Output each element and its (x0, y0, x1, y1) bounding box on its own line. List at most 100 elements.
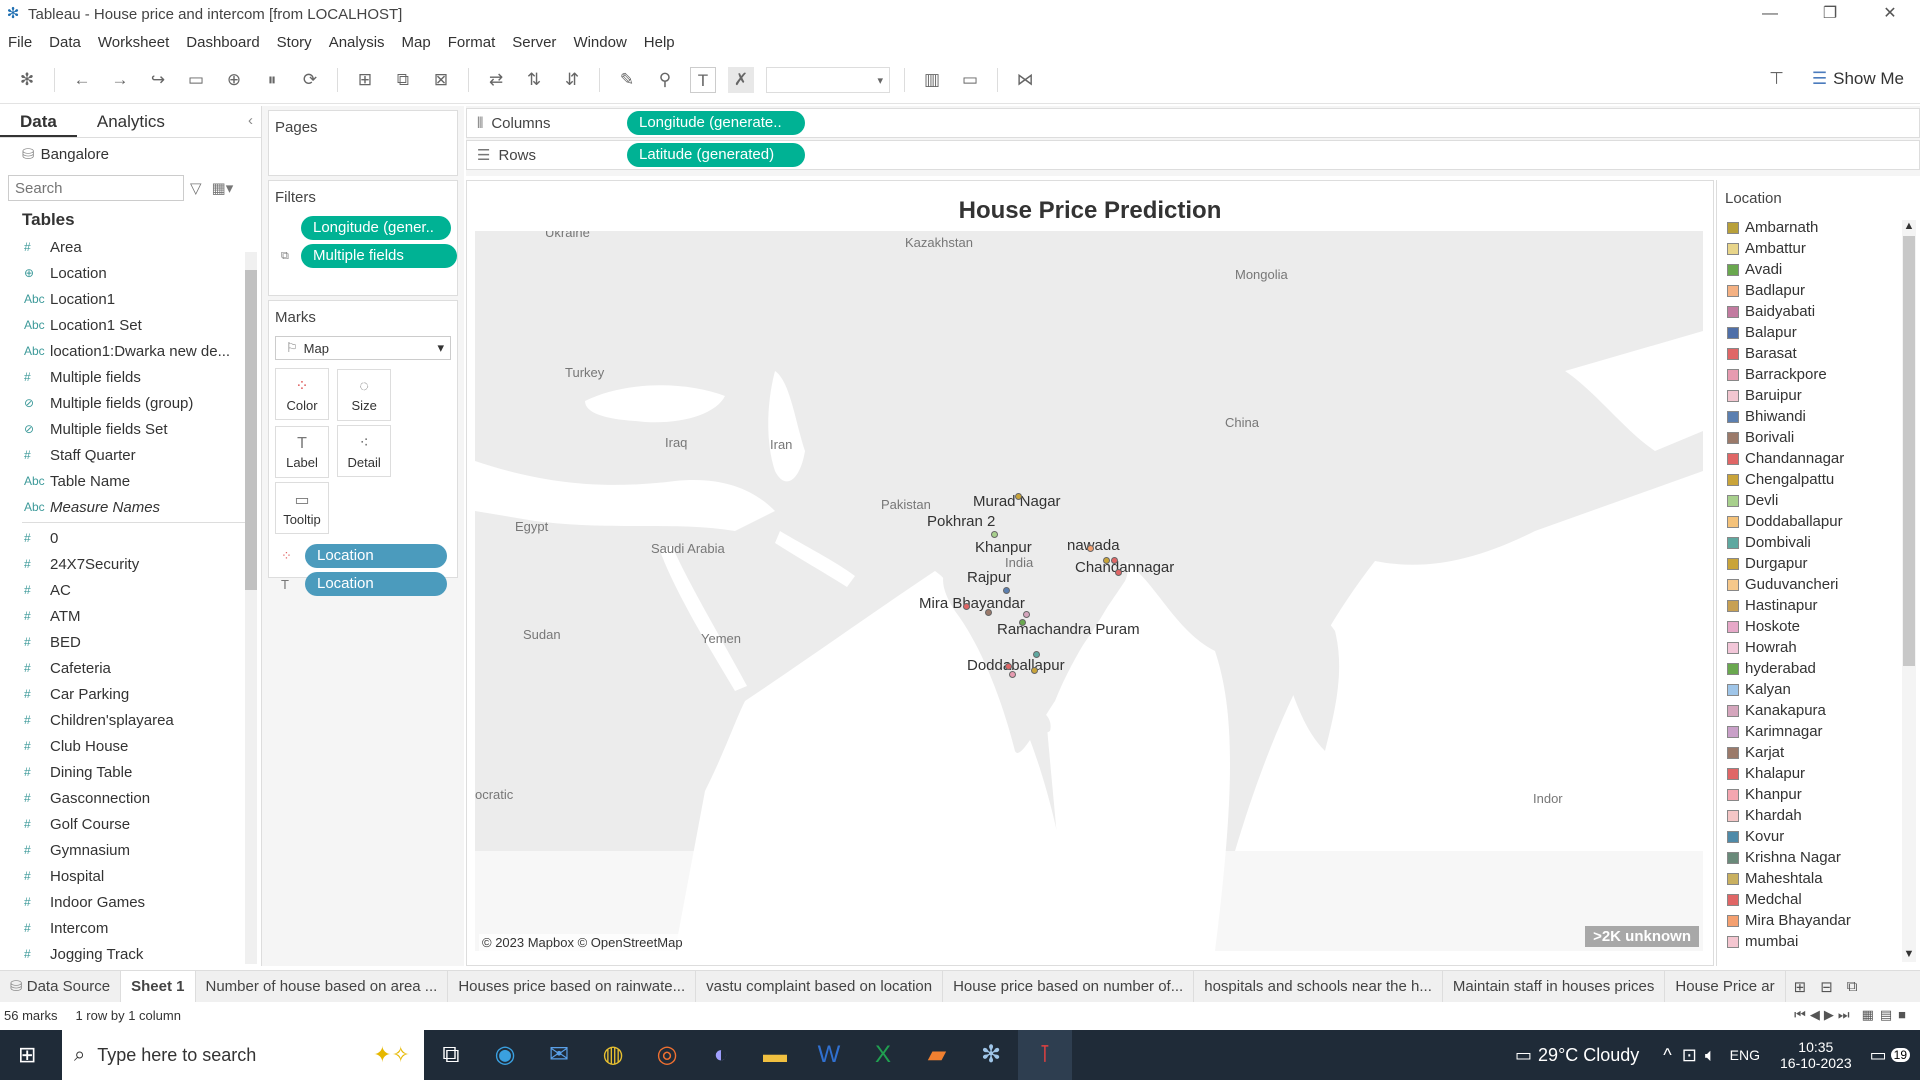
measure-item[interactable]: # Gymnasium (0, 837, 261, 863)
legend-item[interactable]: Chandannagar (1717, 448, 1898, 469)
measure-item[interactable]: # Golf Course (0, 811, 261, 837)
map-mark[interactable] (1015, 493, 1022, 500)
notification-icon[interactable]: ▭ (1870, 1045, 1887, 1066)
tab-analytics[interactable]: Analytics (77, 106, 185, 137)
map-mark[interactable] (991, 531, 998, 538)
chevron-up-icon[interactable]: ^ (1663, 1045, 1671, 1066)
map-mark[interactable] (1115, 569, 1122, 576)
edge-icon[interactable]: ◉ (478, 1030, 532, 1080)
legend-item[interactable]: Bhiwandi (1717, 406, 1898, 427)
firefox-icon[interactable]: ◎ (640, 1030, 694, 1080)
menu-server[interactable]: Server (512, 34, 556, 51)
presentation-mode-icon[interactable]: ▭ (957, 67, 983, 93)
measure-item[interactable]: # ATM (0, 603, 261, 629)
duplicate-icon[interactable]: ⧉ (390, 67, 416, 93)
menu-worksheet[interactable]: Worksheet (98, 34, 169, 51)
measure-item[interactable]: # AC (0, 577, 261, 603)
volume-icon[interactable]: 🔈︎ (1705, 1045, 1716, 1066)
clock[interactable]: 10:35 16-10-2023 (1780, 1039, 1852, 1071)
minimize-button[interactable]: — (1740, 0, 1800, 28)
field-search-input[interactable] (8, 175, 184, 201)
menu-map[interactable]: Map (402, 34, 431, 51)
group-icon[interactable]: ⚲ (652, 67, 678, 93)
legend-item[interactable]: Avadi (1717, 259, 1898, 280)
measure-item[interactable]: # Club House (0, 733, 261, 759)
field-item[interactable]: Abc Table Name (0, 468, 261, 494)
map-mark[interactable] (963, 603, 970, 610)
mark-type-dropdown[interactable]: ⚐ Map ▾ (275, 336, 451, 360)
map-mark[interactable] (1087, 545, 1094, 552)
field-item[interactable]: ⊕ Location (0, 260, 261, 286)
size-button[interactable]: ◌ Size (337, 369, 392, 421)
map-mark[interactable] (1023, 611, 1030, 618)
word-icon[interactable]: W (802, 1030, 856, 1080)
pages-card[interactable]: Pages (268, 110, 458, 176)
new-story-tab-icon[interactable]: ⧉ (1847, 978, 1858, 995)
detail-button[interactable]: ⁖ Detail (337, 425, 392, 477)
tab-sheet[interactable]: hospitals and schools near the h... (1194, 970, 1443, 1003)
legend-item[interactable]: Baidyabati (1717, 301, 1898, 322)
fix-axes-icon[interactable]: ✗ (728, 66, 754, 93)
scrollbar-thumb[interactable] (245, 270, 257, 590)
tab-sheet[interactable]: vastu complaint based on location (696, 970, 944, 1003)
tab-sheet[interactable]: Houses price based on rainwate... (448, 970, 697, 1003)
new-datasource-icon[interactable]: ⊕ (221, 67, 247, 93)
taskbar-search[interactable]: ⌕ Type here to search ✦✧ (62, 1030, 424, 1080)
measure-item[interactable]: #0 (0, 525, 261, 551)
field-item[interactable]: ⊘ Multiple fields Set (0, 416, 261, 442)
legend-item[interactable]: mumbai (1717, 931, 1898, 952)
legend-item[interactable]: Ambattur (1717, 238, 1898, 259)
legend-item[interactable]: Khanpur (1717, 784, 1898, 805)
tab-sheet[interactable]: Number of house based on area ... (196, 970, 449, 1003)
legend-item[interactable]: Barrackpore (1717, 364, 1898, 385)
legend-item[interactable]: Kalyan (1717, 679, 1898, 700)
legend-item[interactable]: Khardah (1717, 805, 1898, 826)
menu-help[interactable]: Help (644, 34, 675, 51)
columns-shelf[interactable]: ⫴ Columns Longitude (generate.. (466, 108, 1920, 138)
datasource-row[interactable]: ⛁ Bangalore (0, 138, 261, 170)
map-attribution[interactable]: © 2023 Mapbox © OpenStreetMap (479, 934, 686, 951)
map-mark[interactable] (985, 609, 992, 616)
field-item[interactable]: Abc location1:Dwarka new de... (0, 338, 261, 364)
legend-item[interactable]: Hastinapur (1717, 595, 1898, 616)
legend-item[interactable]: Karjat (1717, 742, 1898, 763)
network-icon[interactable]: ⊡ (1682, 1045, 1697, 1066)
restore-button[interactable]: ❐ (1800, 0, 1860, 28)
tab-sheet[interactable]: House price based on number of... (943, 970, 1195, 1003)
tab-sheet[interactable]: Maintain staff in houses prices (1443, 970, 1666, 1003)
clear-sheet-icon[interactable]: ⊠ (428, 67, 454, 93)
refresh-icon[interactable]: ⟳ (297, 67, 323, 93)
tableau-logo-icon[interactable]: ✻ (14, 67, 40, 93)
columns-pill-longitude[interactable]: Longitude (generate.. (627, 111, 805, 135)
undo-icon[interactable]: ← (69, 67, 95, 93)
legend-scrollbar-thumb[interactable] (1903, 236, 1915, 666)
filters-card[interactable]: Filters Longitude (gener.. ⧉ Multiple fi… (268, 180, 458, 296)
legend-item[interactable]: Kovur (1717, 826, 1898, 847)
legend-item[interactable]: Chengalpattu (1717, 469, 1898, 490)
weather-icon[interactable]: ▭ (1515, 1045, 1532, 1066)
field-item[interactable]: # Multiple fields (0, 364, 261, 390)
new-dashboard-tab-icon[interactable]: ⊟ (1820, 978, 1833, 996)
map-mark[interactable] (1111, 557, 1118, 564)
legend-item[interactable]: Medchal (1717, 889, 1898, 910)
tab-data-source[interactable]: ⛁ Data Source (0, 970, 122, 1003)
unknown-indicator[interactable]: >2K unknown (1585, 926, 1699, 947)
scroll-up-icon[interactable]: ▲ (1902, 220, 1916, 234)
menu-file[interactable]: File (8, 34, 32, 51)
marks-pill-location-label[interactable]: Location (305, 572, 447, 596)
show-me-button[interactable]: ⊤ ☰ Show Me (1769, 60, 1904, 98)
color-button[interactable]: ⁘ Color (275, 368, 329, 420)
measure-item[interactable]: # Cafeteria (0, 655, 261, 681)
map-mark[interactable] (1019, 619, 1026, 626)
excel-icon[interactable]: X (856, 1030, 910, 1080)
weather-text[interactable]: 29°C Cloudy (1538, 1045, 1639, 1066)
menu-story[interactable]: Story (277, 34, 312, 51)
legend-item[interactable]: Guduvancheri (1717, 574, 1898, 595)
collapse-icon[interactable]: ‹ (240, 106, 261, 137)
field-item[interactable]: Abc Location1 (0, 286, 261, 312)
map-canvas[interactable]: Kazakhstan Mongolia Turkey China Iraq Iran Pak… (475, 231, 1703, 951)
legend-item[interactable]: Kanakapura (1717, 700, 1898, 721)
measure-item[interactable]: # BED (0, 629, 261, 655)
tableau-taskbar-icon[interactable]: ✻ (964, 1030, 1018, 1080)
legend-item[interactable]: Karimnagar (1717, 721, 1898, 742)
